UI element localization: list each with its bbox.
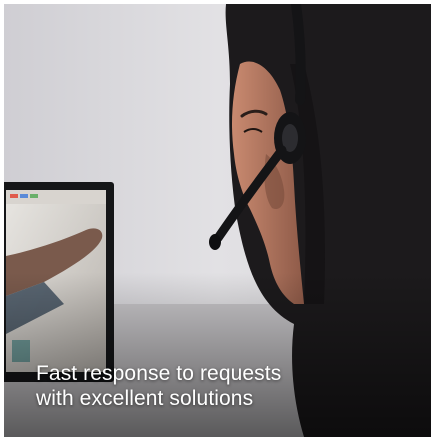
caption-line-1: Fast response to requests — [36, 362, 282, 385]
caption-line-2: with excellent solutions — [36, 387, 254, 410]
hero-image: Fast response to requests with excellent… — [4, 4, 431, 437]
caption: Fast response to requests with excellent… — [36, 361, 396, 411]
